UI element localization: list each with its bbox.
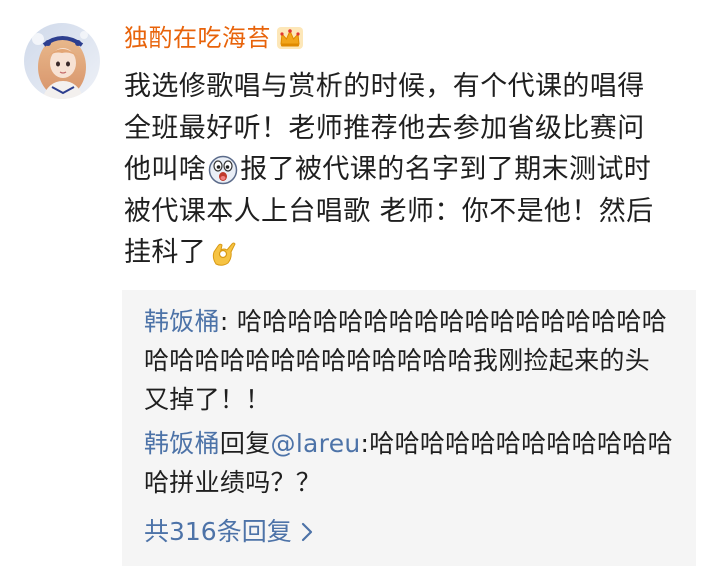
chevron-right-icon [301,522,312,542]
username[interactable]: 独酌在吃海苔 [124,20,271,56]
reply-separator: : [219,307,237,336]
ok-hand-icon [213,242,236,266]
reply-line: 又掉了！！ [144,385,271,414]
shocked-face-icon [208,155,238,184]
post-line: 我选修歌唱与赏析的时候，有个代课的唱得 [124,71,645,102]
reply-line: 哈拼业绩吗？？ [144,468,322,497]
reply-author[interactable]: 韩饭桶 [144,307,220,336]
reply-line: 哈哈哈哈哈哈哈哈哈哈哈哈哈我刚捡起来的头 [144,346,651,375]
replies-box: 韩饭桶: 哈哈哈哈哈哈哈哈哈哈哈哈哈哈哈哈哈 哈哈哈哈哈哈哈哈哈哈哈哈哈我刚捡起… [122,290,696,566]
more-replies-link[interactable]: 共316条回复 [144,514,314,550]
post-line-text: 挂科了 [124,237,207,268]
username-row: 独酌在吃海苔 [124,20,305,56]
reply-text: :哈哈哈哈哈哈哈哈哈哈哈哈 [360,429,673,458]
reply-line: 韩饭桶回复@lareu:哈哈哈哈哈哈哈哈哈哈哈哈 [144,424,684,463]
reply-line: 韩饭桶: 哈哈哈哈哈哈哈哈哈哈哈哈哈哈哈哈哈 [144,302,684,341]
reply-item[interactable]: 韩饭桶回复@lareu:哈哈哈哈哈哈哈哈哈哈哈哈 哈拼业绩吗？？ [144,424,684,502]
reply-author[interactable]: 韩饭桶 [144,429,220,458]
post-line: 被代课本人上台唱歌 老师：你不是他！然后 [124,195,654,227]
post-line: 挂科了 [124,232,694,274]
post-line-text: 他叫啥 [124,154,207,185]
post-line: 全班最好听！老师推荐他去参加省级比赛问 [124,112,645,144]
reply-word: 回复 [219,429,271,458]
reply-mention[interactable]: @lareu [271,429,361,458]
reply-item[interactable]: 韩饭桶: 哈哈哈哈哈哈哈哈哈哈哈哈哈哈哈哈哈 哈哈哈哈哈哈哈哈哈哈哈哈哈我刚捡起… [144,302,684,419]
post-line: 他叫啥 报了被代课的名字到了期末测试时 [124,149,694,191]
avatar[interactable] [24,23,100,99]
crown-icon [277,27,303,49]
more-replies-label: 共316条回复 [144,517,292,546]
comment-card: 独酌在吃海苔 我选修歌唱与赏析的时候，有个代课的唱得 全班最好听！老师推荐他去参… [0,0,720,576]
reply-text: 哈哈哈哈哈哈哈哈哈哈哈哈哈哈哈哈哈 [236,307,667,336]
avatar-image [24,23,100,99]
post-line-text: 报了被代课的名字到了期末测试时 [240,154,652,185]
post-content: 我选修歌唱与赏析的时候，有个代课的唱得 全班最好听！老师推荐他去参加省级比赛问 … [124,66,694,274]
